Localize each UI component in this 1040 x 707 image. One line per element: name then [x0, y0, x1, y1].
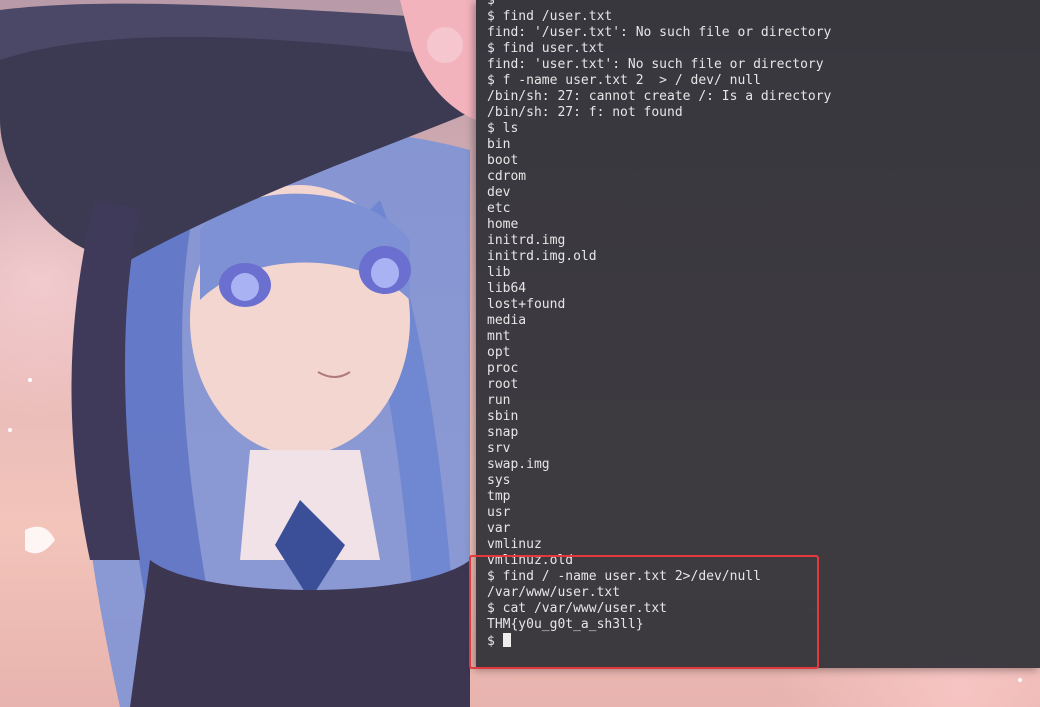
terminal-line: $ find / -name user.txt 2>/dev/null	[487, 569, 761, 584]
terminal-line: $ ls	[487, 121, 519, 136]
terminal-line: $	[487, 0, 495, 8]
terminal-line: lost+found	[487, 297, 566, 312]
terminal-prompt-line[interactable]: $	[487, 633, 831, 649]
terminal-window[interactable]: $ $ find /user.txt find: '/user.txt': No…	[476, 0, 1040, 668]
terminal-line: lib	[487, 265, 511, 280]
terminal-line: var	[487, 521, 511, 536]
terminal-line: $ cat /var/www/user.txt	[487, 601, 668, 616]
terminal-line: home	[487, 217, 519, 232]
terminal-line: boot	[487, 153, 519, 168]
terminal-line: find: 'user.txt': No such file or direct…	[487, 57, 824, 72]
terminal-line: $ find /user.txt	[487, 9, 613, 24]
terminal-line: snap	[487, 425, 519, 440]
terminal-line: initrd.img	[487, 233, 566, 248]
terminal-line: opt	[487, 345, 511, 360]
terminal-line: proc	[487, 361, 519, 376]
terminal-line: cdrom	[487, 169, 527, 184]
terminal-line: initrd.img.old	[487, 249, 597, 264]
terminal-line: /bin/sh: 27: f: not found	[487, 105, 683, 120]
flag-output-line: THM{y0u_g0t_a_sh3ll}	[487, 617, 644, 632]
terminal-line: vmlinuz.old	[487, 553, 574, 568]
terminal-line: lib64	[487, 281, 527, 296]
text-cursor	[502, 633, 511, 647]
prompt-symbol: $	[487, 634, 503, 649]
terminal-line: find: '/user.txt': No such file or direc…	[487, 25, 832, 40]
terminal-line: $ f -name user.txt 2 > / dev/ null	[487, 73, 761, 88]
terminal-output: $ $ find /user.txt find: '/user.txt': No…	[487, 0, 831, 649]
terminal-line: mnt	[487, 329, 511, 344]
terminal-line: bin	[487, 137, 511, 152]
terminal-line: usr	[487, 505, 511, 520]
terminal-line: etc	[487, 201, 511, 216]
terminal-line: srv	[487, 441, 511, 456]
terminal-line: root	[487, 377, 519, 392]
terminal-line: sys	[487, 473, 511, 488]
terminal-line: run	[487, 393, 511, 408]
terminal-line: media	[487, 313, 527, 328]
terminal-line: /var/www/user.txt	[487, 585, 621, 600]
terminal-line: swap.img	[487, 457, 550, 472]
terminal-line: $ find user.txt	[487, 41, 605, 56]
terminal-line: dev	[487, 185, 511, 200]
terminal-line: sbin	[487, 409, 519, 424]
terminal-line: /bin/sh: 27: cannot create /: Is a direc…	[487, 89, 832, 104]
terminal-line: tmp	[487, 489, 511, 504]
terminal-line: vmlinuz	[487, 537, 542, 552]
